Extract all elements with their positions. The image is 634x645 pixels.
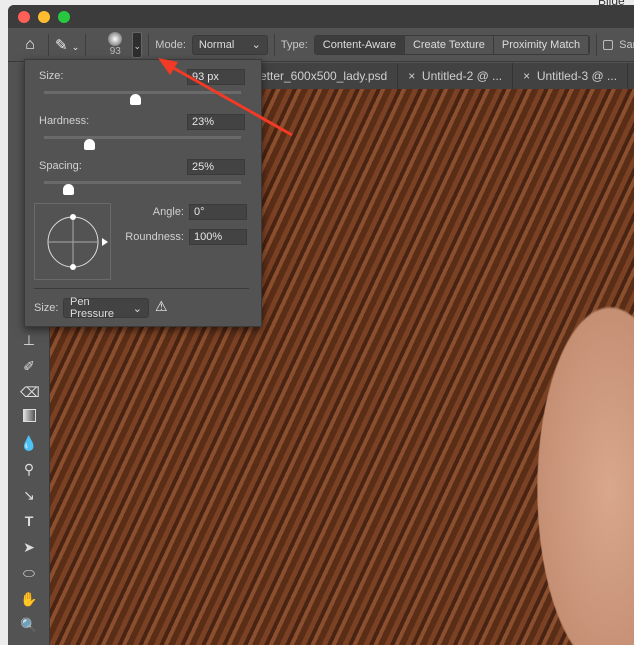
annotation-arrow [158,58,293,137]
